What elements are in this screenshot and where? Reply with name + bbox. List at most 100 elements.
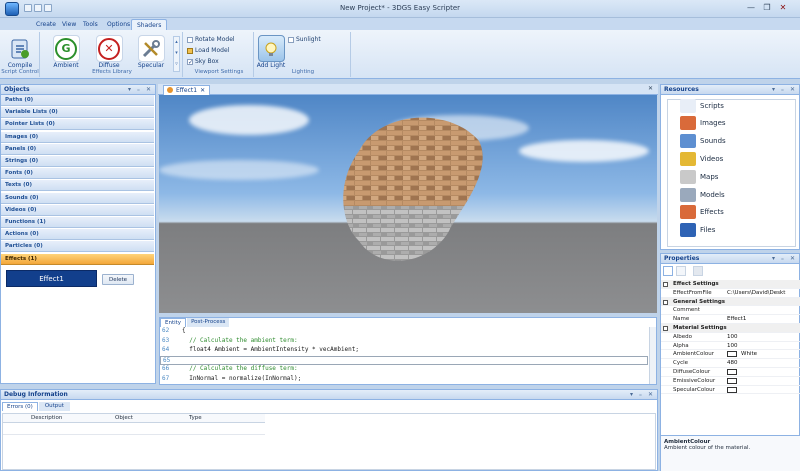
compile-button[interactable]: Compile [4, 35, 36, 69]
property-category[interactable]: Material Settings [661, 324, 800, 333]
sky-box-checkbox[interactable]: Sky Box [187, 57, 219, 66]
property-value[interactable]: White [741, 350, 800, 359]
code-line[interactable]: 65 [160, 355, 648, 365]
code-line[interactable]: 66 // Calculate the diffuse term: [160, 365, 648, 375]
property-value[interactable]: 100 [727, 333, 799, 342]
tab-shaders[interactable]: Shaders [131, 19, 168, 30]
code-scrollbar[interactable] [649, 327, 656, 384]
resource-effects[interactable]: Effects [680, 204, 724, 221]
resource-maps[interactable]: Maps [680, 168, 718, 185]
collapse-icon[interactable] [663, 282, 668, 287]
properties-panel: Properties ▾ ₌ ✕ Effect Settings EffectFr… [660, 253, 800, 471]
group-label-lighting: Lighting [291, 69, 315, 75]
category-item[interactable]: Texts (0) [1, 180, 154, 192]
close-button[interactable]: ✕ [776, 2, 790, 13]
code-line[interactable]: 63 // Calculate the ambient term: [160, 337, 648, 347]
alphabetical-icon[interactable] [676, 266, 686, 276]
add-light-button[interactable]: Add Light [255, 35, 287, 69]
maximize-button[interactable]: ❐ [760, 2, 774, 13]
category-item[interactable]: Videos (0) [1, 204, 154, 216]
property-value[interactable]: 100 [727, 342, 799, 351]
document-tab-effect1[interactable]: Effect1 ✕ [163, 85, 210, 95]
rotate-model-checkbox[interactable]: Rotate Model [187, 35, 235, 44]
objects-panel-pin-icons[interactable]: ▾ ₌ ✕ [128, 85, 153, 95]
ambient-icon: G [52, 35, 80, 62]
property-value[interactable]: Effect1 [727, 315, 799, 324]
effect-item-effect1[interactable]: Effect1 [6, 270, 97, 287]
resource-sounds[interactable]: Sounds [680, 133, 726, 150]
property-row[interactable]: Name Effect1 [661, 315, 800, 324]
code-line[interactable]: 62 { [160, 327, 648, 337]
editor-tab-entity[interactable]: Entity [160, 318, 187, 327]
debug-panel-pin-icons[interactable]: ▾ ₌ ✕ [630, 390, 655, 400]
property-pages-icon[interactable] [693, 266, 703, 276]
categorized-icon[interactable] [663, 266, 673, 276]
rock-model [343, 117, 483, 261]
code-line[interactable]: 64 float4 Ambient = AmbientIntensity * v… [160, 346, 648, 356]
resource-models[interactable]: Models [680, 186, 725, 203]
category-item[interactable]: Fonts (0) [1, 168, 154, 180]
document-close-all-icon[interactable]: ✕ [648, 85, 653, 92]
column-description[interactable]: Description [31, 414, 62, 423]
category-item[interactable]: Sounds (0) [1, 192, 154, 204]
category-item[interactable]: Functions (1) [1, 217, 154, 228]
sunlight-check[interactable] [288, 36, 294, 43]
specular-button[interactable]: Specular [133, 35, 169, 69]
category-item[interactable]: Images (0) [1, 131, 154, 143]
colour-swatch[interactable] [727, 377, 737, 384]
property-row[interactable]: EmissiveColour [661, 377, 800, 386]
colour-swatch[interactable] [727, 386, 737, 393]
gallery-scroll-buttons[interactable]: ▴ ▾ ▿ [173, 36, 180, 72]
sunlight-checkbox[interactable]: Sunlight [288, 35, 321, 44]
rotate-model-check[interactable] [187, 36, 193, 43]
viewport-3d[interactable] [159, 95, 657, 313]
resources-panel-pin-icons[interactable]: ▾ ₌ ✕ [772, 85, 797, 95]
sky-box-check[interactable] [187, 58, 193, 65]
category-item[interactable]: Strings (0) [1, 156, 154, 167]
colour-swatch[interactable] [727, 369, 737, 375]
column-type[interactable]: Type [189, 414, 202, 423]
properties-panel-pin-icons[interactable]: ▾ ₌ ✕ [772, 254, 797, 264]
property-category[interactable]: Effect Settings [661, 280, 800, 289]
category-item[interactable]: Paths (0) [1, 95, 154, 106]
document-tab-close-icon[interactable]: ✕ [200, 86, 205, 95]
property-row[interactable]: EffectFromFile C:\Users\David\Deskt [661, 289, 800, 298]
property-category[interactable]: General Settings [661, 297, 800, 307]
load-model-button[interactable]: Load Model [187, 46, 229, 55]
colour-swatch[interactable] [727, 351, 737, 358]
collapse-icon[interactable] [663, 299, 668, 305]
ambient-button[interactable]: G Ambient [48, 35, 84, 69]
category-item[interactable]: Pointer Lists (0) [1, 119, 154, 131]
property-row[interactable]: Alpha 100 [661, 342, 800, 351]
resource-files[interactable]: Files [680, 222, 715, 239]
sunlight-label: Sunlight [296, 36, 321, 43]
resource-images[interactable]: Images [680, 115, 726, 132]
minimize-button[interactable]: — [744, 2, 758, 13]
resource-videos[interactable]: Videos [680, 150, 723, 167]
property-value[interactable]: 480 [727, 359, 799, 368]
diffuse-button[interactable]: ✕ Diffuse [91, 35, 127, 69]
property-row[interactable]: SpecularColour [661, 386, 800, 395]
category-item[interactable]: Actions (0) [1, 229, 154, 241]
category-item[interactable]: Variable Lists (0) [1, 107, 154, 119]
collapse-icon[interactable] [663, 326, 668, 331]
debug-panel-title: Debug Information [1, 390, 657, 400]
category-item[interactable]: Panels (0) [1, 143, 154, 155]
delete-button[interactable]: Delete [102, 274, 134, 285]
property-row[interactable]: DiffuseColour [661, 368, 800, 377]
tab-tools[interactable]: Tools [78, 19, 103, 30]
property-row[interactable]: Cycle 480 [661, 359, 800, 368]
resource-scripts[interactable]: Scripts [680, 97, 724, 114]
category-item[interactable]: Particles (0) [1, 241, 154, 253]
debug-tab-errors[interactable]: Errors (0) [2, 402, 38, 411]
line-number: 64 [162, 346, 170, 353]
category-item[interactable]: Effects (1) [1, 253, 154, 265]
property-row[interactable]: Albedo 100 [661, 333, 800, 342]
editor-tab-post-process[interactable]: Post-Process [187, 318, 230, 327]
property-row[interactable]: AmbientColour White [661, 350, 800, 360]
column-object[interactable]: Object [115, 414, 133, 423]
debug-tab-output[interactable]: Output [38, 402, 70, 411]
code-line[interactable]: 67 InNormal = normalize(InNormal); [160, 375, 648, 385]
property-row[interactable]: Comment [661, 306, 800, 316]
property-value[interactable]: C:\Users\David\Deskt [727, 289, 799, 298]
